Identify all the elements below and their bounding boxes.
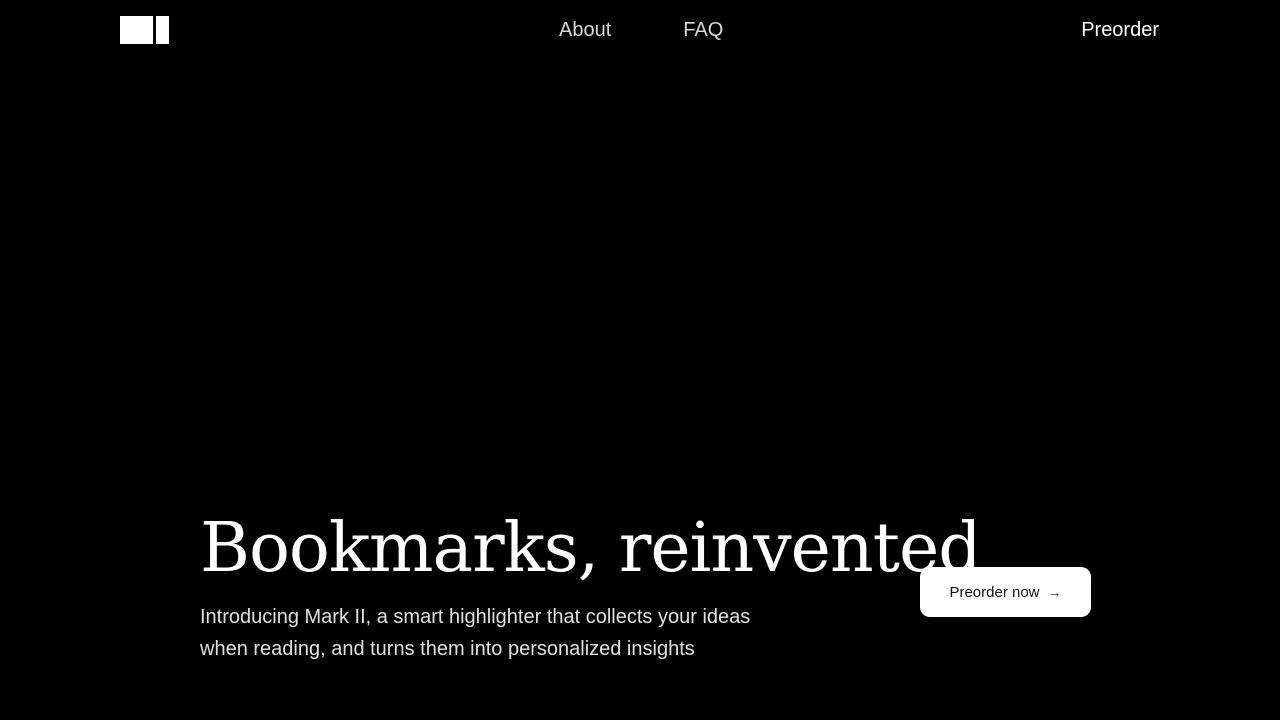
nav-link-faq[interactable]: FAQ [683,18,723,42]
hero-subtitle: Introducing Mark II, a smart highlighter… [200,606,751,660]
preorder-now-button[interactable]: Preorder now → [920,567,1091,617]
main-nav: About FAQ [559,18,723,42]
preorder-link[interactable]: Preorder [1081,18,1159,42]
preorder-now-label: Preorder now [949,583,1040,601]
logo-block-narrow [156,16,169,44]
logo-block-wide [120,16,153,44]
nav-link-about[interactable]: About [559,18,611,42]
arrow-right-icon: → [1047,584,1062,600]
logo-mark-icon[interactable] [120,16,170,44]
